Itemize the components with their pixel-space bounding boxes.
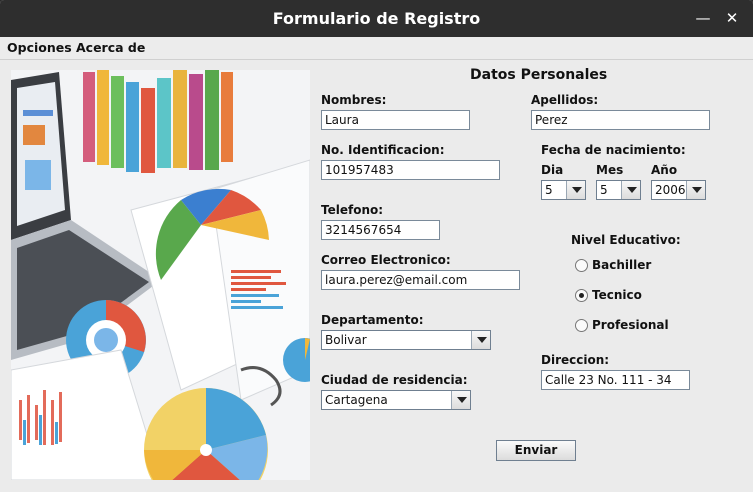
window-title: Formulario de Registro bbox=[272, 9, 481, 28]
anio-value: 2006 bbox=[655, 183, 686, 197]
app-window: Formulario de Registro — ✕ Opciones Acer… bbox=[0, 0, 753, 492]
nombres-field[interactable]: Laura bbox=[321, 110, 470, 130]
menu-bar: Opciones Acerca de bbox=[0, 37, 753, 60]
mes-select[interactable]: 5 bbox=[596, 180, 641, 200]
direccion-field[interactable]: Calle 23 No. 111 - 34 bbox=[541, 370, 690, 390]
minimize-icon[interactable]: — bbox=[690, 6, 716, 30]
anio-label: Año bbox=[651, 163, 678, 177]
radio-label-profesional[interactable]: Profesional bbox=[592, 318, 669, 332]
menu-acerca-de[interactable]: Acerca de bbox=[76, 40, 145, 55]
nombres-label: Nombres: bbox=[321, 93, 387, 107]
direccion-label: Direccion: bbox=[541, 353, 610, 367]
departamento-value: Bolivar bbox=[325, 333, 367, 347]
mes-value: 5 bbox=[600, 183, 608, 197]
enviar-button[interactable]: Enviar bbox=[496, 440, 576, 461]
dia-select[interactable]: 5 bbox=[541, 180, 586, 200]
correo-label: Correo Electronico: bbox=[321, 253, 451, 267]
chevron-down-icon[interactable] bbox=[621, 181, 640, 199]
ciudad-value: Cartagena bbox=[325, 393, 388, 407]
nivel-label: Nivel Educativo: bbox=[571, 233, 681, 247]
radio-selected-icon[interactable] bbox=[575, 289, 588, 302]
title-bar: Formulario de Registro — ✕ bbox=[0, 0, 753, 37]
identificacion-field[interactable]: 101957483 bbox=[321, 160, 500, 180]
form-panel: Datos Personales Nombres: Laura Apellido… bbox=[0, 60, 753, 492]
section-title: Datos Personales bbox=[470, 67, 608, 83]
anio-select[interactable]: 2006 bbox=[651, 180, 706, 200]
radio-label-tecnico[interactable]: Tecnico bbox=[592, 288, 642, 302]
chevron-down-icon[interactable] bbox=[451, 391, 470, 409]
identificacion-label: No. Identificacion: bbox=[321, 143, 445, 157]
apellidos-field[interactable]: Perez bbox=[531, 110, 710, 130]
dia-value: 5 bbox=[545, 183, 553, 197]
radio-icon[interactable] bbox=[575, 319, 588, 332]
close-icon[interactable]: ✕ bbox=[719, 6, 745, 30]
chevron-down-icon[interactable] bbox=[566, 181, 585, 199]
telefono-label: Telefono: bbox=[321, 203, 384, 217]
ciudad-label: Ciudad de residencia: bbox=[321, 373, 468, 387]
radio-label-bachiller[interactable]: Bachiller bbox=[592, 258, 651, 272]
telefono-field[interactable]: 3214567654 bbox=[321, 220, 440, 240]
radio-icon[interactable] bbox=[575, 259, 588, 272]
fecha-label: Fecha de nacimiento: bbox=[541, 143, 686, 157]
mes-label: Mes bbox=[596, 163, 624, 177]
correo-field[interactable]: laura.perez@email.com bbox=[321, 270, 520, 290]
analytics-illustration-icon bbox=[11, 70, 310, 480]
analytics-illustration bbox=[11, 70, 310, 480]
menu-opciones[interactable]: Opciones bbox=[7, 40, 72, 55]
dia-label: Dia bbox=[541, 163, 564, 177]
chevron-down-icon[interactable] bbox=[686, 181, 705, 199]
apellidos-label: Apellidos: bbox=[531, 93, 599, 107]
chevron-down-icon[interactable] bbox=[471, 331, 490, 349]
departamento-label: Departamento: bbox=[321, 313, 424, 327]
departamento-select[interactable]: Bolivar bbox=[321, 330, 491, 350]
ciudad-select[interactable]: Cartagena bbox=[321, 390, 471, 410]
